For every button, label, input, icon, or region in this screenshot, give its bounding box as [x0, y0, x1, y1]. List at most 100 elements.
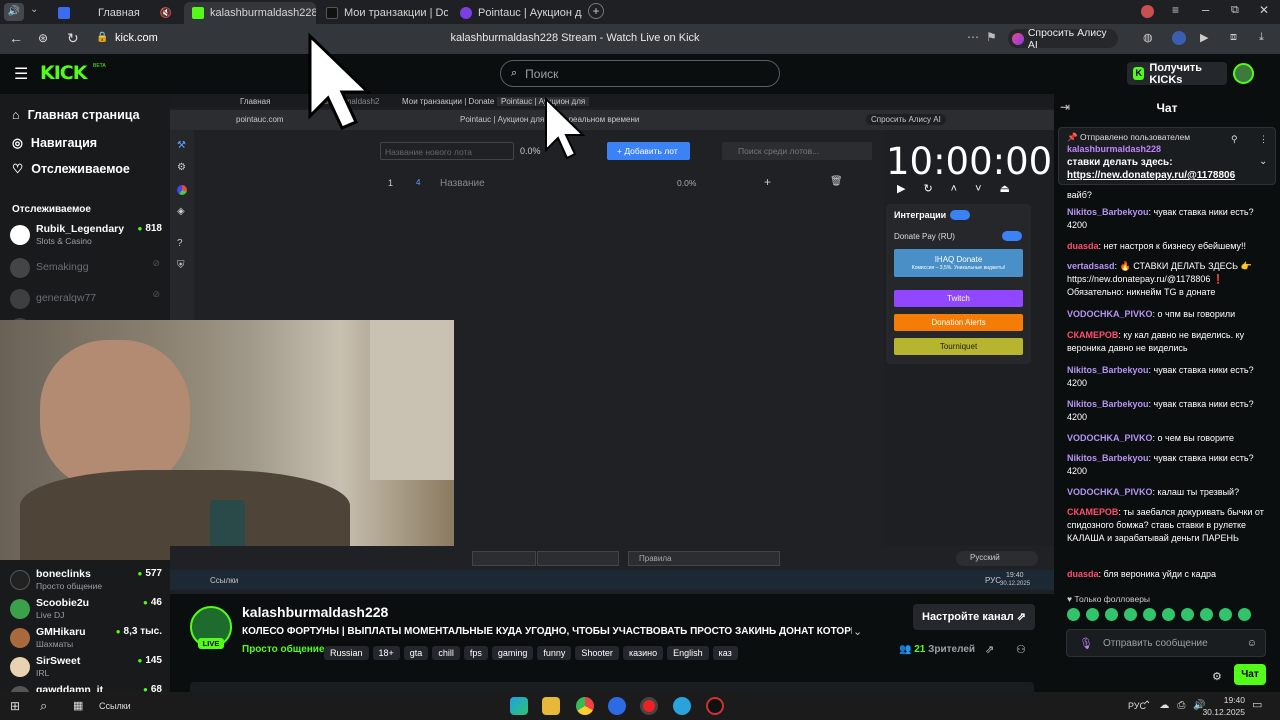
- expand-title-icon[interactable]: ⌄: [853, 625, 862, 638]
- emote-icon[interactable]: [1162, 608, 1175, 621]
- sidebar-item-browse[interactable]: ◎ Навигация: [12, 135, 97, 151]
- chat-input[interactable]: 🎙 Отправить сообщение ☺: [1066, 629, 1266, 657]
- tag-chip[interactable]: funny: [537, 646, 572, 660]
- kick-logo[interactable]: KICK: [40, 62, 87, 84]
- emote-icon[interactable]: [1105, 608, 1118, 621]
- channel-item[interactable]: generalqw77 ⊘: [10, 287, 162, 315]
- restore-icon[interactable]: ⧉: [1231, 4, 1239, 17]
- category-link[interactable]: Просто общение: [242, 644, 325, 655]
- channel-name[interactable]: kalashburmaldash228: [242, 604, 388, 620]
- chat-username[interactable]: duasda: [1067, 569, 1099, 579]
- channel-item[interactable]: boneclinks Просто общение 577: [10, 568, 162, 596]
- profile-icon[interactable]: [1141, 5, 1154, 18]
- bookmark-icon[interactable]: ⚑: [986, 30, 997, 44]
- emote-icon[interactable]: [1219, 608, 1232, 621]
- sidebar-item-following[interactable]: ♡ Отслеживаемое: [12, 161, 130, 177]
- tag-chip[interactable]: Shooter: [575, 646, 619, 660]
- tag-chip[interactable]: fps: [463, 646, 488, 660]
- emote-icon[interactable]: [1238, 608, 1251, 621]
- tab-donate[interactable]: Мои транзакции | Donate: [318, 2, 448, 24]
- mic-icon[interactable]: 🎙: [1079, 637, 1093, 650]
- collections-icon[interactable]: ⧈: [1230, 31, 1237, 44]
- mute-icon[interactable]: 🔇: [160, 8, 172, 19]
- more-icon[interactable]: ⋯: [967, 30, 979, 44]
- chat-username[interactable]: СКАМЕРОВ: [1067, 507, 1118, 517]
- emote-icon[interactable]: [1124, 608, 1137, 621]
- share-icon[interactable]: ⇗: [985, 643, 994, 656]
- media-icon[interactable]: ▶: [1200, 31, 1208, 44]
- emoji-icon[interactable]: ☺: [1247, 638, 1257, 649]
- channel-item[interactable]: gawddamn_it 68: [10, 684, 162, 692]
- emote-icon[interactable]: [1067, 608, 1080, 621]
- task-view-icon[interactable]: ▦: [73, 699, 83, 712]
- back-icon[interactable]: ←: [9, 30, 23, 46]
- notifications-icon[interactable]: ▭: [1252, 698, 1262, 711]
- tag-chip[interactable]: gta: [403, 646, 429, 660]
- new-tab-button[interactable]: +: [588, 3, 604, 19]
- audio-icon[interactable]: 🔊: [4, 3, 24, 21]
- reload-icon[interactable]: ↻: [67, 30, 79, 47]
- globe-icon[interactable]: ◍: [1143, 31, 1153, 44]
- protect-icon[interactable]: ⊛: [38, 31, 48, 45]
- tag-chip[interactable]: каз: [712, 646, 738, 660]
- emote-icon[interactable]: [1086, 608, 1099, 621]
- tray-icons[interactable]: ⌃☁⎙🔊: [1143, 700, 1214, 711]
- user-menu-icon[interactable]: ⚇: [1016, 643, 1026, 656]
- customize-channel-button[interactable]: Настройте канал ⇗: [913, 604, 1035, 630]
- explorer-icon[interactable]: [542, 697, 560, 715]
- alice-button[interactable]: Спросить Алису AI: [1008, 27, 1118, 51]
- tag-chip[interactable]: English: [667, 646, 709, 660]
- chat-username[interactable]: Nikitos_Barbekyou: [1067, 207, 1149, 217]
- chrome-icon[interactable]: [576, 697, 594, 715]
- send-chat-button[interactable]: Чат: [1234, 664, 1266, 685]
- search-icon[interactable]: ⌕: [40, 698, 47, 714]
- chat-username[interactable]: Nikitos_Barbekyou: [1067, 399, 1149, 409]
- telegram-icon[interactable]: [673, 697, 691, 715]
- url-field[interactable]: kick.com: [115, 32, 158, 44]
- yandex-browser-icon[interactable]: [640, 697, 658, 715]
- edge-icon[interactable]: [510, 697, 528, 715]
- emote-icon[interactable]: [1200, 608, 1213, 621]
- pinned-link[interactable]: https://new.donatepay.ru/@1178806: [1067, 170, 1235, 181]
- minimize-icon[interactable]: –: [1202, 2, 1209, 17]
- emote-icon[interactable]: [1143, 608, 1156, 621]
- chat-username[interactable]: vertadsasd: [1067, 261, 1115, 271]
- chat-username[interactable]: duasda: [1067, 241, 1099, 251]
- more-options-icon[interactable]: ⋮: [1259, 134, 1268, 145]
- get-kicks-button[interactable]: K Получить KICKs: [1127, 62, 1227, 86]
- tab-pointauc[interactable]: Pointauc | Аукцион для ст: [452, 2, 582, 24]
- chevron-down-icon[interactable]: ⌄: [1259, 156, 1267, 167]
- channel-item[interactable]: GMHikaru Шахматы 8,3 тыс.: [10, 626, 162, 654]
- windows-start-icon[interactable]: ⊞: [10, 699, 20, 713]
- tag-chip[interactable]: казино: [622, 646, 664, 660]
- chevron-down-icon[interactable]: ⌄: [30, 4, 38, 15]
- obs-icon[interactable]: [706, 697, 724, 715]
- tag-chip[interactable]: Russian: [324, 646, 369, 660]
- tab-kick-stream[interactable]: kalashburmaldash228 ✕: [184, 2, 316, 24]
- channel-item[interactable]: SirSweet IRL 145: [10, 655, 162, 683]
- chat-username[interactable]: VODOCHKA_PIVKO: [1067, 309, 1153, 319]
- tag-chip[interactable]: chill: [432, 646, 460, 660]
- chat-username[interactable]: СКАМЕРОВ: [1067, 330, 1118, 340]
- extension-icon[interactable]: [1172, 31, 1186, 45]
- chat-username[interactable]: VODOCHKA_PIVKO: [1067, 433, 1153, 443]
- emote-icon[interactable]: [1181, 608, 1194, 621]
- chat-username[interactable]: Nikitos_Barbekyou: [1067, 365, 1149, 375]
- tag-chip[interactable]: 18+: [372, 646, 400, 660]
- close-window-icon[interactable]: ✕: [1259, 3, 1269, 17]
- user-avatar[interactable]: [1233, 63, 1254, 84]
- channel-item[interactable]: Rubik_Legendary Slots & Casino 818: [10, 223, 162, 251]
- pin-toggle-icon[interactable]: ⚲: [1231, 134, 1238, 145]
- bookmarks-icon[interactable]: ≡: [1172, 3, 1179, 17]
- tag-chip[interactable]: gaming: [491, 646, 534, 660]
- menu-icon[interactable]: ☰: [14, 64, 28, 84]
- channel-item[interactable]: Scoobie2u Live DJ 46: [10, 597, 162, 625]
- search-input[interactable]: ⌕ Поиск: [500, 60, 780, 87]
- download-icon[interactable]: ⤓: [1259, 31, 1264, 44]
- checkmark-app-icon[interactable]: [608, 697, 626, 715]
- chat-username[interactable]: VODOCHKA_PIVKO: [1067, 487, 1153, 497]
- sidebar-item-home[interactable]: ⌂ Главная страница: [12, 108, 140, 122]
- tab-home[interactable]: Главная 🔇: [50, 2, 180, 24]
- chat-settings-icon[interactable]: ⚙: [1212, 670, 1222, 683]
- chat-username[interactable]: Nikitos_Barbekyou: [1067, 453, 1149, 463]
